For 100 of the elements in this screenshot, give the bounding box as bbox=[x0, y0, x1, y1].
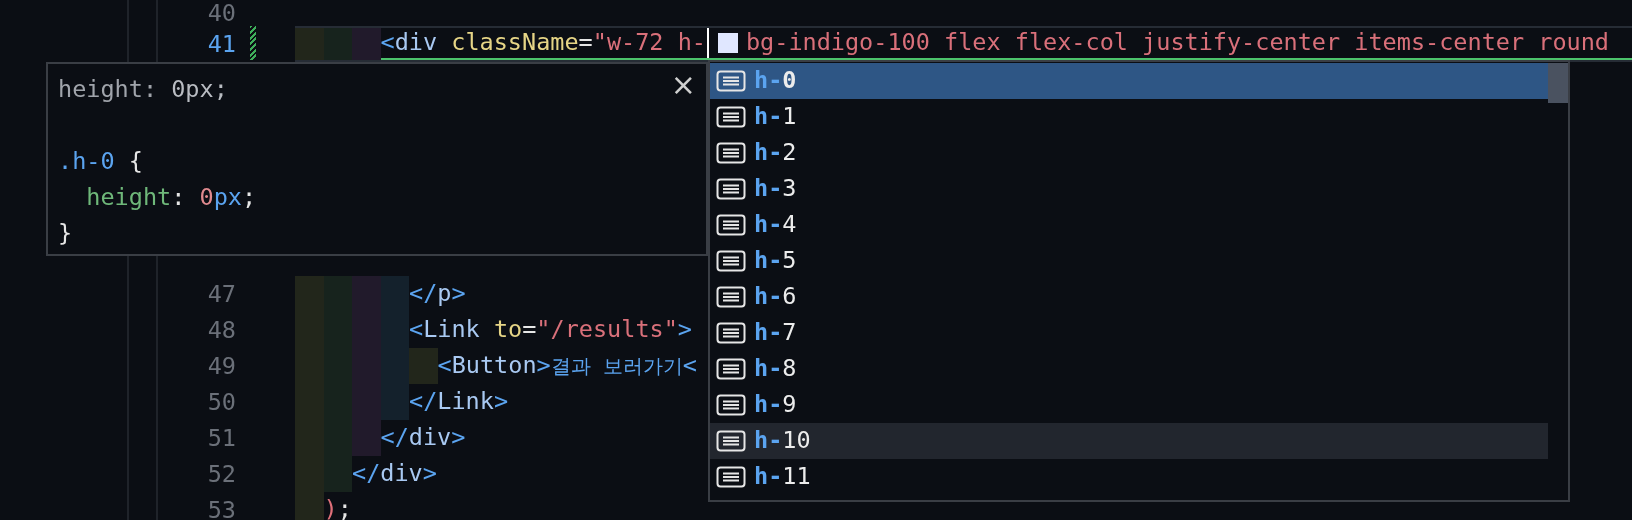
suggestion-label: h-10 bbox=[754, 425, 811, 457]
suggestion-item[interactable]: h-5 bbox=[710, 243, 1548, 279]
suggestion-label: h-1 bbox=[754, 101, 797, 133]
code-token: > bbox=[451, 278, 466, 310]
code-token: > bbox=[493, 386, 509, 418]
indent-guide bbox=[409, 348, 438, 384]
suggestion-label: h-7 bbox=[754, 317, 797, 349]
code-token: 0px; bbox=[171, 74, 228, 106]
indent-guide bbox=[323, 276, 352, 312]
indent-guide bbox=[295, 28, 324, 60]
suggestion-item[interactable]: h-2 bbox=[710, 135, 1548, 171]
code-token: div bbox=[394, 27, 438, 59]
suggestion-item[interactable]: h-8 bbox=[710, 351, 1548, 387]
suggestion-item[interactable]: h-4 bbox=[710, 207, 1548, 243]
code-token: height bbox=[85, 182, 172, 214]
code-token: < bbox=[682, 350, 697, 382]
code-token: = bbox=[578, 27, 593, 59]
close-button[interactable]: × bbox=[670, 70, 696, 100]
code-token: > bbox=[422, 458, 437, 490]
suggestion-item[interactable]: h-6 bbox=[710, 279, 1548, 315]
code-token: Link bbox=[437, 386, 494, 418]
list-icon bbox=[716, 106, 746, 128]
suggestion-label: h-4 bbox=[754, 209, 797, 241]
list-icon bbox=[716, 394, 746, 416]
line-number: 53 bbox=[206, 497, 236, 520]
code-token: px bbox=[213, 182, 242, 214]
code-token: to bbox=[492, 314, 523, 346]
suggestion-label: h-8 bbox=[754, 353, 797, 385]
line-number: 52 bbox=[206, 461, 236, 487]
line-number: 41 bbox=[206, 31, 236, 57]
code-token: ; bbox=[337, 494, 352, 520]
list-icon bbox=[716, 322, 746, 344]
suggestion-item[interactable]: h-3 bbox=[710, 171, 1548, 207]
suggestion-label: h-9 bbox=[754, 389, 797, 421]
code-token: div bbox=[380, 458, 423, 490]
indent-guide bbox=[295, 492, 324, 520]
suggestion-item[interactable]: h-9 bbox=[710, 387, 1548, 423]
list-icon bbox=[716, 214, 746, 236]
code-token: < bbox=[409, 314, 424, 346]
code-token: 0 bbox=[199, 182, 214, 214]
code-token: > bbox=[536, 350, 551, 382]
list-icon bbox=[716, 70, 746, 92]
code-token: > bbox=[451, 422, 466, 454]
line-number: 47 bbox=[206, 281, 236, 307]
list-icon bbox=[716, 286, 746, 308]
line-number: 49 bbox=[206, 353, 236, 379]
line-number: 40 bbox=[206, 0, 236, 26]
code-token: </ bbox=[352, 458, 381, 490]
indent-guide bbox=[352, 276, 381, 312]
line-number: 51 bbox=[206, 425, 236, 451]
code-token: </ bbox=[409, 278, 438, 310]
indent-guide bbox=[323, 28, 352, 60]
suggestion-label: h-2 bbox=[754, 137, 797, 169]
indent-guide bbox=[380, 276, 409, 312]
code-token: ) bbox=[323, 494, 338, 520]
code-token: { bbox=[127, 146, 143, 178]
code-token: 결과 보러가기 bbox=[550, 353, 683, 380]
code-token: p bbox=[437, 278, 452, 310]
code-token: Button bbox=[451, 350, 537, 382]
indent-guide bbox=[352, 28, 381, 60]
code-token: height: bbox=[58, 74, 159, 106]
list-icon bbox=[716, 250, 746, 272]
code-token: "/results" bbox=[536, 314, 678, 346]
suggestion-item[interactable]: h-7 bbox=[710, 315, 1548, 351]
indent-guide bbox=[295, 276, 324, 312]
indent-guide bbox=[380, 384, 409, 420]
line-number: 50 bbox=[206, 389, 236, 415]
suggestion-item[interactable]: h-11 bbox=[710, 459, 1548, 495]
list-icon bbox=[716, 142, 746, 164]
code-token: .h-0 bbox=[58, 146, 115, 178]
list-icon bbox=[716, 178, 746, 200]
suggestion-label: h-0 bbox=[754, 65, 797, 97]
text-cursor bbox=[706, 28, 709, 58]
code-token: > bbox=[677, 314, 692, 346]
code-token: </ bbox=[380, 422, 409, 454]
code-token: Link bbox=[423, 314, 480, 346]
code-token: bg-indigo-100 flex flex-col justify-center items-center round bbox=[745, 27, 1609, 59]
suggestion-item[interactable]: h-0 bbox=[710, 63, 1548, 99]
suggestion-label: h-11 bbox=[754, 461, 811, 493]
suggestion-item[interactable]: h-1 bbox=[710, 99, 1548, 135]
suggestion-item[interactable]: h-10 bbox=[710, 423, 1548, 459]
suggestion-label: h-5 bbox=[754, 245, 797, 277]
suggestion-label: h-6 bbox=[754, 281, 797, 313]
indent-guide bbox=[323, 456, 352, 492]
line-number: 48 bbox=[206, 317, 236, 343]
list-icon bbox=[716, 466, 746, 488]
code-token: < bbox=[380, 27, 395, 59]
code-token: = bbox=[522, 314, 537, 346]
scrollbar-thumb[interactable] bbox=[1548, 63, 1568, 103]
list-icon bbox=[716, 358, 746, 380]
code-token: className bbox=[450, 27, 579, 59]
code-token: "w-72 h- bbox=[592, 27, 706, 59]
code-token: < bbox=[437, 350, 452, 382]
code-token: } bbox=[58, 218, 73, 250]
code-token: : bbox=[171, 182, 187, 214]
code-token: div bbox=[408, 422, 452, 454]
indent-guide bbox=[352, 420, 381, 456]
list-icon bbox=[716, 430, 746, 452]
suggestion-label: h-3 bbox=[754, 173, 797, 205]
code-token: ; bbox=[241, 182, 257, 214]
